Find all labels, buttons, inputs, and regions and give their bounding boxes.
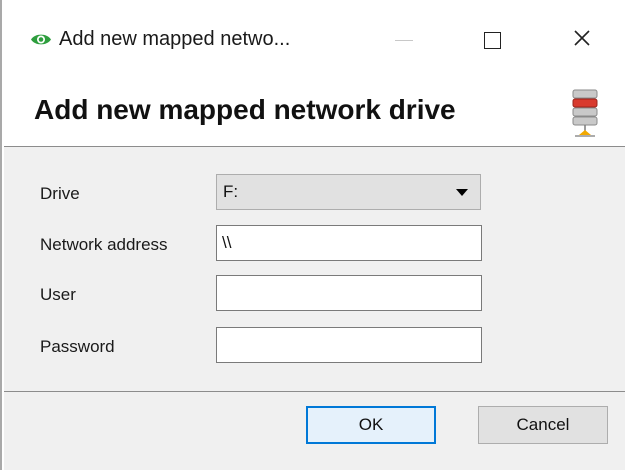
chevron-down-icon [456, 189, 468, 196]
eye-icon [30, 32, 52, 47]
page-title: Add new mapped network drive [34, 94, 456, 125]
password-label: Password [40, 337, 115, 356]
close-button[interactable] [552, 20, 612, 60]
user-label: User [40, 285, 76, 304]
maximize-icon [483, 31, 501, 49]
title-bar[interactable]: Add new mapped netwo... [4, 0, 625, 78]
minimize-icon [395, 39, 413, 41]
close-icon [573, 29, 591, 52]
ok-button[interactable]: OK [306, 406, 436, 444]
password-field[interactable] [216, 327, 482, 363]
minimize-button[interactable] [374, 20, 434, 60]
network-address-field[interactable] [216, 225, 482, 261]
drive-label: Drive [40, 184, 80, 203]
network-address-label: Network address [40, 235, 168, 254]
dialog-window: Add new mapped netwo... Add new mapped n… [0, 0, 625, 470]
maximize-button[interactable] [462, 20, 522, 60]
window-title: Add new mapped netwo... [59, 28, 291, 50]
dialog-header: Add new mapped network drive [4, 78, 625, 146]
server-icon [570, 82, 600, 142]
cancel-button[interactable]: Cancel [478, 406, 608, 444]
button-bar: OK Cancel [4, 392, 625, 470]
form-panel: Drive F: Network address User Password [4, 147, 625, 391]
drive-select-value: F: [223, 182, 239, 201]
drive-select[interactable]: F: [216, 174, 481, 210]
user-field[interactable] [216, 275, 482, 311]
